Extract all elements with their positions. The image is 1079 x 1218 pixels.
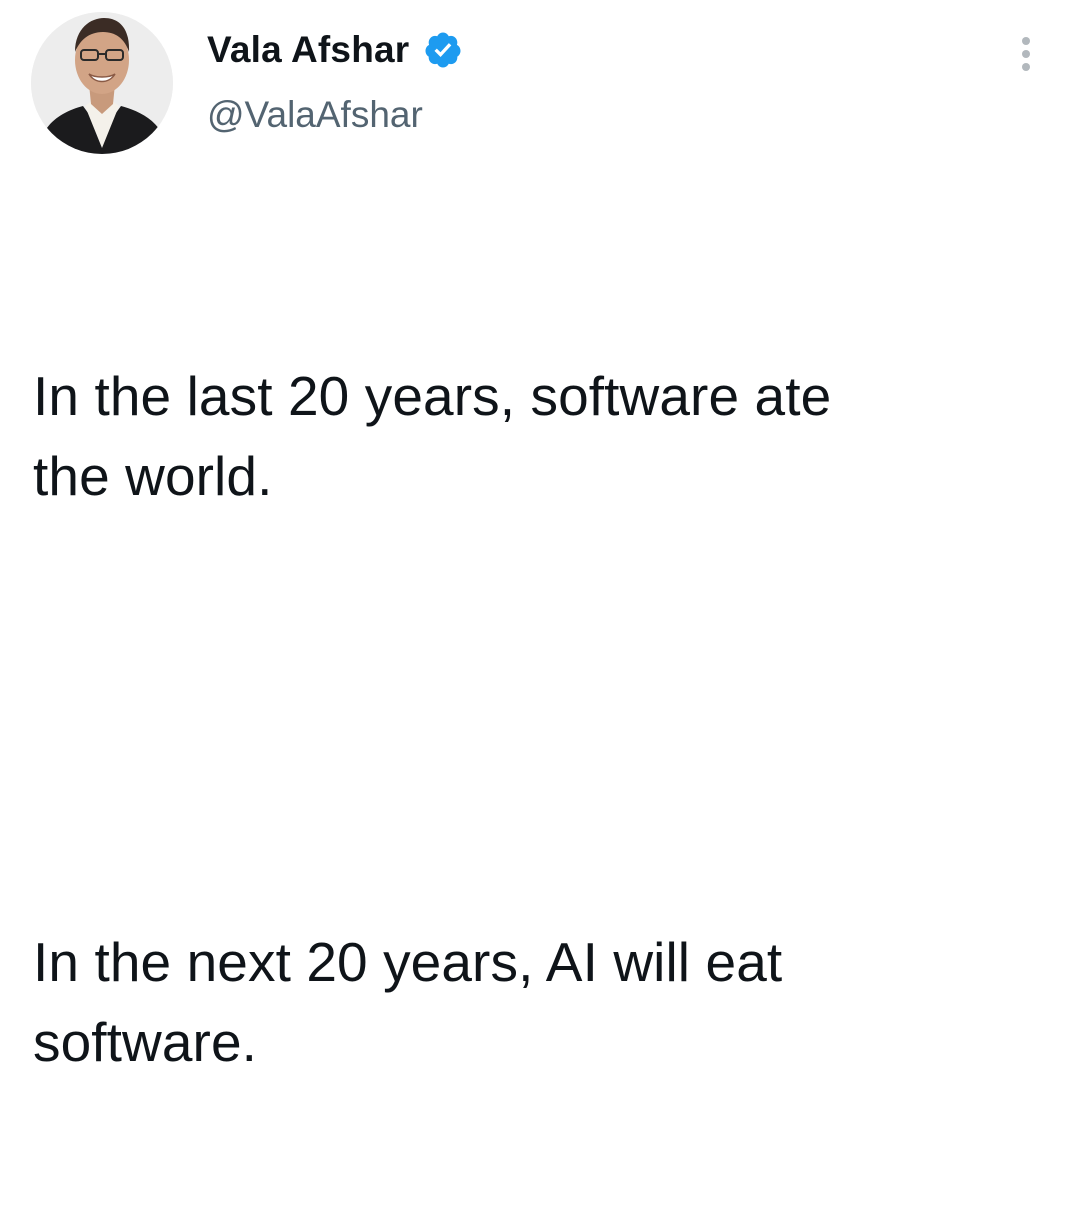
tweet-paragraph-1: In the last 20 years, software ate the w… (33, 365, 832, 507)
tweet-paragraph-2: In the next 20 years, AI will eat softwa… (33, 931, 783, 1073)
author-handle[interactable]: @ValaAfshar (207, 94, 423, 136)
more-options-icon (1022, 37, 1030, 71)
avatar[interactable] (31, 12, 173, 154)
tweet-text: In the last 20 years, software ate the w… (33, 196, 1053, 1218)
more-options-button[interactable] (1012, 34, 1040, 74)
author-name-row[interactable]: Vala Afshar (207, 26, 463, 74)
verified-badge-icon (423, 30, 463, 70)
display-name[interactable]: Vala Afshar (207, 29, 409, 71)
profile-photo-icon (31, 12, 173, 154)
tweet-card: Vala Afshar @ValaAfshar In the last 20 y… (0, 0, 1079, 1073)
